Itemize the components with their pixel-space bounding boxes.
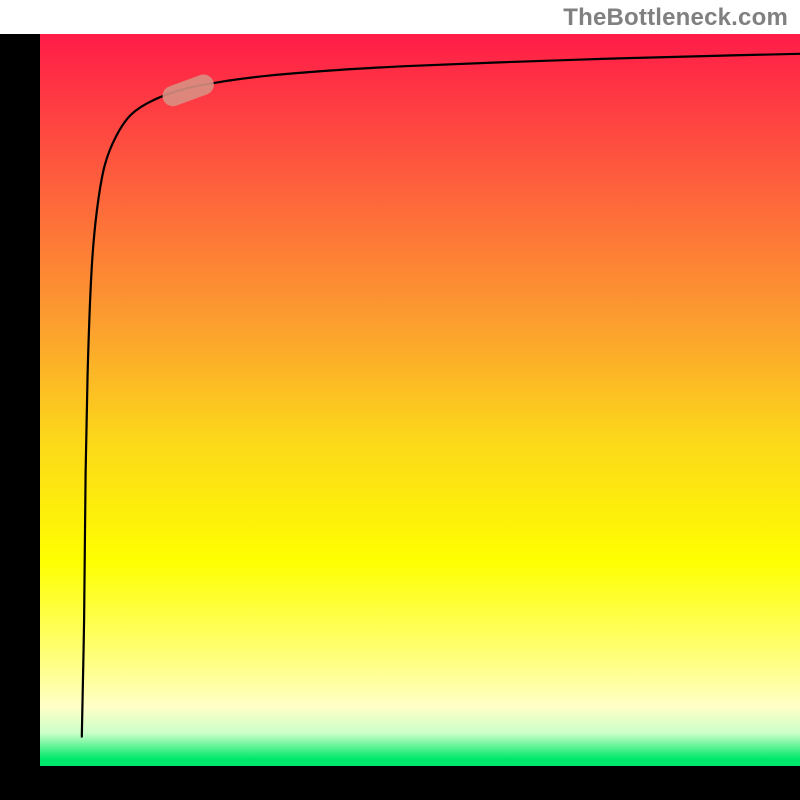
chart-svg: [0, 0, 800, 800]
y-axis: [0, 34, 40, 800]
plot-background: [40, 34, 800, 766]
x-axis: [0, 766, 800, 800]
chart-frame: TheBottleneck.com: [0, 0, 800, 800]
